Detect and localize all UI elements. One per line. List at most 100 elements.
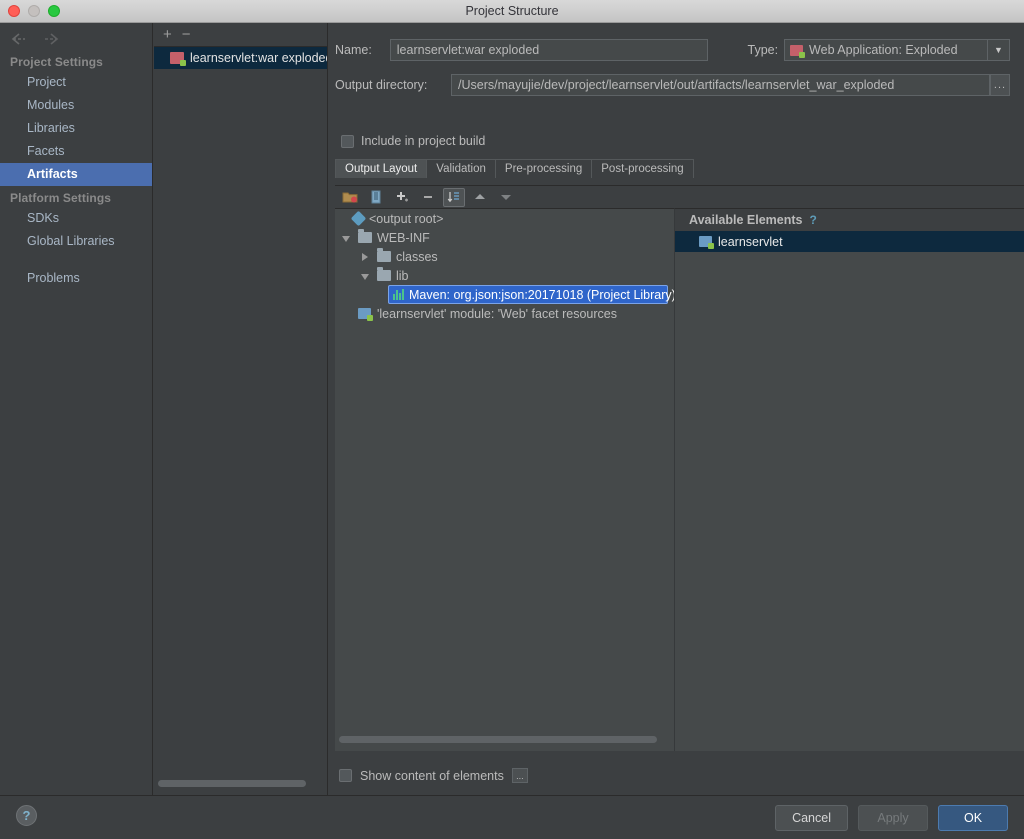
add-copy-of-icon[interactable] xyxy=(339,188,361,207)
folder-icon xyxy=(377,267,391,281)
artifact-list-item-learnservlet-war-exploded[interactable]: learnservlet:war exploded xyxy=(154,47,327,69)
available-element-item-learnservlet[interactable]: learnservlet xyxy=(675,231,1024,252)
sidebar-item-problems[interactable]: Problems xyxy=(0,267,152,290)
tree-hscrollbar[interactable] xyxy=(339,736,668,745)
sidebar-item-global-libraries[interactable]: Global Libraries xyxy=(0,230,152,253)
tree-hscroll-thumb[interactable] xyxy=(339,736,657,743)
artifact-name-input[interactable]: learnservlet:war exploded xyxy=(389,39,708,61)
name-label: Name: xyxy=(335,43,372,57)
tree-row-label: lib xyxy=(396,268,409,283)
folder-icon xyxy=(358,229,372,243)
move-up-icon[interactable] xyxy=(469,188,491,207)
tree-row-label: <output root> xyxy=(369,211,444,226)
tree-row[interactable]: classes xyxy=(335,247,674,266)
name-row: Name: learnservlet:war exploded Type: We… xyxy=(335,38,1010,62)
module-facet-icon xyxy=(699,236,714,249)
add-element-icon[interactable] xyxy=(391,188,413,207)
tree-row-label: classes xyxy=(396,249,438,264)
output-directory-row: Output directory: /Users/mayujie/dev/pro… xyxy=(335,73,1010,97)
tab-validation[interactable]: Validation xyxy=(426,159,496,178)
help-question-icon[interactable]: ? xyxy=(809,213,816,227)
include-in-project-build-row[interactable]: Include in project build xyxy=(341,134,485,148)
arrow-right-icon[interactable] xyxy=(42,31,60,47)
move-down-icon[interactable] xyxy=(495,188,517,207)
settings-sidebar: Project Settings Project Modules Librari… xyxy=(0,23,153,795)
artifact-list-toolbar: + − xyxy=(154,23,327,46)
remove-artifact-icon[interactable]: − xyxy=(182,27,191,42)
war-artifact-icon xyxy=(170,52,186,66)
tree-toggle-open-icon[interactable] xyxy=(341,232,353,244)
module-facet-icon xyxy=(358,308,373,321)
show-content-of-elements-row[interactable]: Show content of elements ... xyxy=(335,768,1024,783)
help-icon[interactable]: ? xyxy=(16,805,37,826)
output-root-icon xyxy=(350,210,367,227)
create-directory-icon[interactable] xyxy=(365,188,387,207)
browse-output-directory-button[interactable]: ... xyxy=(990,74,1010,96)
artifact-editor: Name: learnservlet:war exploded Type: We… xyxy=(329,23,1024,795)
chevron-down-icon[interactable]: ▼ xyxy=(987,40,1009,60)
cancel-button[interactable]: Cancel xyxy=(775,805,848,831)
sidebar-nav-arrows xyxy=(0,23,152,50)
apply-button[interactable]: Apply xyxy=(858,805,928,831)
tab-pre-processing[interactable]: Pre-processing xyxy=(494,159,593,178)
tree-row-label: WEB-INF xyxy=(377,230,430,245)
artifact-list: learnservlet:war exploded xyxy=(154,46,327,771)
tree-row-label: Maven: org.json:json:20171018 (Project L… xyxy=(409,287,676,302)
artifact-list-panel: + − learnservlet:war exploded xyxy=(154,23,328,795)
footer-buttons: Cancel Apply OK xyxy=(775,805,1008,831)
available-elements-panel: Available Elements ? learnservlet xyxy=(674,208,1024,751)
dialog-footer: ? Cancel Apply OK xyxy=(0,795,1024,839)
sidebar-item-facets[interactable]: Facets xyxy=(0,140,152,163)
type-label: Type: xyxy=(747,43,779,57)
tree-row[interactable]: <output root> xyxy=(335,209,674,228)
remove-element-icon[interactable] xyxy=(417,188,439,207)
editor-panes: <output root> WEB-INF classes lib Maven:… xyxy=(335,208,1024,751)
tab-output-layout[interactable]: Output Layout xyxy=(335,159,428,178)
available-elements-header: Available Elements ? xyxy=(675,209,1024,231)
artifact-list-hscroll-thumb[interactable] xyxy=(158,780,306,787)
tree-row[interactable]: Maven: org.json:json:20171018 (Project L… xyxy=(388,285,676,304)
tree-toggle-closed-icon[interactable] xyxy=(360,251,372,263)
window-title: Project Structure xyxy=(465,4,559,18)
library-icon xyxy=(393,289,404,300)
sidebar-item-artifacts[interactable]: Artifacts xyxy=(0,163,152,186)
dialog-body: Project Settings Project Modules Librari… xyxy=(0,23,1024,795)
artifact-type-value: Web Application: Exploded xyxy=(809,43,958,57)
sidebar-group-title-project-settings: Project Settings xyxy=(10,55,103,69)
show-content-of-elements-checkbox[interactable] xyxy=(339,769,352,782)
artifact-type-combo[interactable]: Web Application: Exploded ▼ xyxy=(784,39,1010,61)
sidebar-divider xyxy=(0,253,152,267)
add-artifact-icon[interactable]: + xyxy=(163,27,172,42)
ok-button[interactable]: OK xyxy=(938,805,1008,831)
window-title-bar: Project Structure xyxy=(0,0,1024,23)
tree-row[interactable]: 'learnservlet' module: 'Web' facet resou… xyxy=(335,304,674,323)
war-artifact-icon xyxy=(790,44,806,58)
artifact-list-hscrollbar[interactable] xyxy=(154,780,327,789)
sort-by-type-icon[interactable] xyxy=(443,187,465,207)
output-layout-tree: <output root> WEB-INF classes lib Maven:… xyxy=(335,208,676,751)
folder-icon xyxy=(377,248,391,262)
tree-toggle-open-icon[interactable] xyxy=(360,270,372,282)
tab-post-processing[interactable]: Post-processing xyxy=(591,159,694,178)
artifact-list-item-label: learnservlet:war exploded xyxy=(190,51,327,65)
editor-tabs: Output Layout Validation Pre-processing … xyxy=(335,159,694,178)
sidebar-item-project[interactable]: Project xyxy=(0,71,152,94)
available-element-label: learnservlet xyxy=(718,234,783,249)
available-elements-title: Available Elements xyxy=(689,213,803,227)
sidebar-item-sdks[interactable]: SDKs xyxy=(0,207,152,230)
output-directory-input[interactable]: /Users/mayujie/dev/project/learnservlet/… xyxy=(451,74,990,96)
show-content-options-button[interactable]: ... xyxy=(511,768,528,783)
output-layout-editor: <output root> WEB-INF classes lib Maven:… xyxy=(335,185,1024,751)
sidebar-item-modules[interactable]: Modules xyxy=(0,94,152,117)
tree-row[interactable]: WEB-INF xyxy=(335,228,674,247)
include-in-project-build-checkbox[interactable] xyxy=(341,134,354,148)
show-content-of-elements-label: Show content of elements xyxy=(360,768,504,783)
arrow-left-icon[interactable] xyxy=(10,31,28,47)
tree-row[interactable]: lib xyxy=(335,266,674,285)
sidebar-item-libraries[interactable]: Libraries xyxy=(0,117,152,140)
include-in-project-build-label: Include in project build xyxy=(361,134,486,148)
output-layout-toolbar xyxy=(335,186,1024,208)
sidebar-group-title-platform-settings: Platform Settings xyxy=(10,191,112,205)
tree-row-label: 'learnservlet' module: 'Web' facet resou… xyxy=(377,306,617,321)
output-directory-label: Output directory: xyxy=(335,78,428,92)
